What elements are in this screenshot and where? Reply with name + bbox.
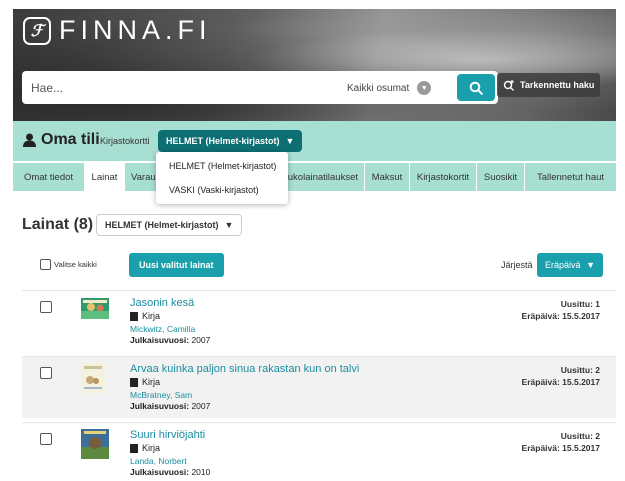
library-card-value: HELMET (Helmet-kirjastot) [166,136,280,146]
loans-title: Lainat (8) [22,216,94,233]
loan-format-label: Kirja [142,443,161,453]
account-tabs: Omat tiedot Lainat Varaukset Kaukolainat… [13,163,616,191]
loan-row: Jasonin kesä Kirja Mickwitz, Camilla Jul… [22,290,616,352]
loan-checkbox[interactable] [40,433,52,445]
library-card-select[interactable]: HELMET (Helmet-kirjastot) ▼ [158,130,303,152]
loan-title-link[interactable]: Jasonin kesä [130,297,194,309]
book-cover-image[interactable] [81,298,109,319]
loan-row: Arvaa kuinka paljon sinua rakastan kun o… [22,356,616,418]
loan-format: Kirja [130,311,160,321]
select-all[interactable]: Valitse kaikki [40,259,97,270]
finna-logo-icon: ℱ [23,16,51,45]
renewal-count: Uusittu: 2 [560,431,600,441]
sort-value: Eräpäivä [545,260,581,270]
loan-year: Julkaisuvuosi: 2007 [130,335,210,345]
book-icon [130,311,138,321]
account-bar: Oma tili Kirjastokortti HELMET (Helmet-k… [13,121,616,161]
year-label: Julkaisuvuosi: [130,401,190,411]
library-card-dropdown: HELMET (Helmet-kirjastot) VASKI (Vaski-k… [156,152,288,204]
loan-author-link[interactable]: McBratney, Sam [130,390,192,400]
tab-lainat[interactable]: Lainat [85,163,125,191]
loan-format: Kirja [130,443,160,453]
logo-text: FINNA.FI [59,15,212,45]
page-title: Oma tili [41,131,100,148]
book-cover-image[interactable] [81,363,105,393]
loan-row: Suuri hirviöjahti Kirja Landa, Norbert J… [22,422,616,481]
loan-author-link[interactable]: Mickwitz, Camilla [130,324,195,334]
tab-tallennetut-haut[interactable]: Tallennetut haut [525,163,616,191]
library-card-label: Kirjastokortti [100,136,150,146]
renewal-count: Uusittu: 1 [560,299,600,309]
advanced-search-button[interactable]: Tarkennettu haku [497,73,601,97]
select-all-label: Valitse kaikki [54,260,97,269]
dropdown-item-helmet[interactable]: HELMET (Helmet-kirjastot) [156,154,288,178]
book-icon [130,443,138,453]
loan-checkbox[interactable] [40,367,52,379]
due-date: Eräpäivä: 15.5.2017 [521,443,600,453]
loans-library-select[interactable]: HELMET (Helmet-kirjastot) ▼ [96,214,243,236]
year-value: 2007 [191,335,211,345]
finna-logo[interactable]: ℱ FINNA.FI [23,15,212,46]
chevron-down-icon: ▼ [417,81,432,95]
chevron-down-icon: ▼ [224,220,234,230]
renew-selected-button[interactable]: Uusi valitut lainat [129,253,224,277]
search-button[interactable] [457,74,495,101]
chevron-down-icon: ▼ [586,260,595,270]
header-banner: ℱ FINNA.FI Kaikki osumat ▼ Tarkennettu h… [13,9,616,121]
tab-kirjastokortit[interactable]: Kirjastokortit [410,163,477,191]
tab-suosikit[interactable]: Suosikit [477,163,525,191]
year-label: Julkaisuvuosi: [130,335,190,345]
advanced-search-icon [503,80,514,91]
user-icon [23,133,36,147]
loan-title-link[interactable]: Arvaa kuinka paljon sinua rakastan kun o… [130,363,359,375]
select-all-checkbox[interactable] [40,259,51,270]
loan-author-link[interactable]: Landa, Norbert [130,456,187,466]
year-value: 2007 [191,401,211,411]
tab-omat-tiedot[interactable]: Omat tiedot [13,163,85,191]
loans-toolbar: Valitse kaikki Uusi valitut lainat Järje… [22,253,616,277]
tab-maksut[interactable]: Maksut [365,163,410,191]
book-icon [130,377,138,387]
loan-format-label: Kirja [142,377,161,387]
loan-checkbox[interactable] [40,301,52,313]
sort-label: Järjestä [501,260,533,270]
search-input[interactable] [31,75,311,100]
book-cover-image[interactable] [81,429,109,459]
search-scope-select[interactable]: Kaikki osumat ▼ [347,81,432,95]
loan-year: Julkaisuvuosi: 2010 [130,467,210,477]
search-scope-label: Kaikki osumat [347,82,410,94]
year-label: Julkaisuvuosi: [130,467,190,477]
loan-format: Kirja [130,377,160,387]
loans-library-value: HELMET (Helmet-kirjastot) [105,220,219,230]
loan-format-label: Kirja [142,311,161,321]
year-value: 2010 [191,467,211,477]
advanced-search-label: Tarkennettu haku [520,80,595,90]
sort-select[interactable]: Eräpäivä ▼ [537,253,603,277]
loan-title-link[interactable]: Suuri hirviöjahti [130,429,205,441]
loan-year: Julkaisuvuosi: 2007 [130,401,210,411]
renewal-count: Uusittu: 2 [560,365,600,375]
due-date: Eräpäivä: 15.5.2017 [521,377,600,387]
due-date: Eräpäivä: 15.5.2017 [521,311,600,321]
chevron-down-icon: ▼ [285,136,295,146]
dropdown-item-vaski[interactable]: VASKI (Vaski-kirjastot) [156,178,288,202]
search-box: Kaikki osumat ▼ [22,71,498,104]
search-icon [469,81,483,95]
tab-kaukolainatilaukset[interactable]: Kaukolainatilaukset [280,163,365,191]
